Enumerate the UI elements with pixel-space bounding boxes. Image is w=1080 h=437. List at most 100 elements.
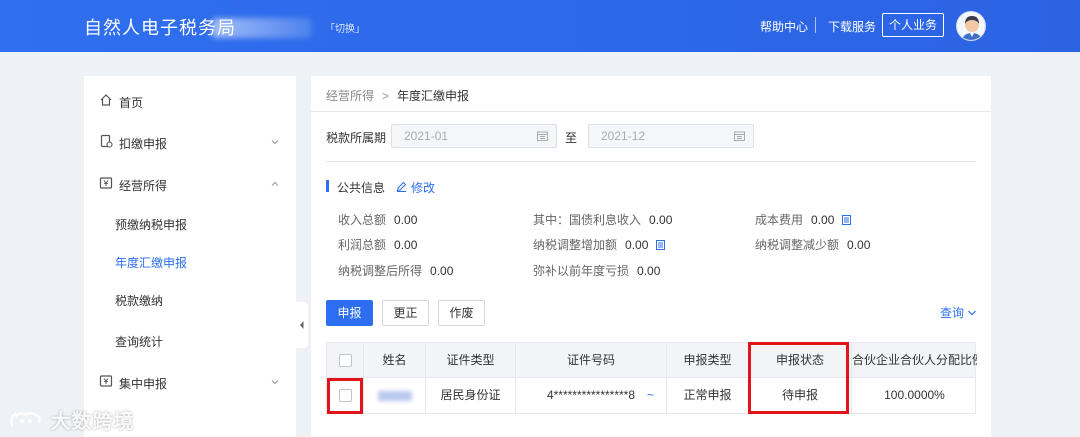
ratio-cell: 100.0000% bbox=[884, 388, 945, 402]
id-number-toggle[interactable]: ~ bbox=[647, 378, 654, 412]
info-value: 0.00 bbox=[430, 264, 454, 278]
chevron-down-icon bbox=[968, 310, 977, 316]
sidebar-subitem-label: 查询统计 bbox=[115, 335, 164, 349]
personal-business-button[interactable]: 个人业务 bbox=[882, 13, 944, 37]
pencil-icon bbox=[396, 181, 407, 192]
correct-button[interactable]: 更正 bbox=[382, 300, 429, 326]
chevron-up-icon bbox=[271, 181, 279, 186]
void-button[interactable]: 作废 bbox=[438, 300, 485, 326]
sidebar-item-prepaid-declaration[interactable]: 预缴纳税申报 bbox=[84, 209, 296, 237]
header-divider bbox=[815, 17, 816, 33]
blurred-name bbox=[377, 390, 412, 401]
sidebar-item-label: 集中申报 bbox=[119, 377, 168, 391]
calendar-icon bbox=[537, 131, 548, 141]
breadcrumb-parent[interactable]: 经营所得 bbox=[326, 89, 374, 103]
column-header-ratio: 合伙企业合伙人分配比例 bbox=[852, 353, 977, 367]
info-adjusted-income: 纳税调整后所得 0.00 bbox=[338, 262, 453, 279]
info-total-income: 收入总额 0.00 bbox=[338, 211, 417, 228]
yen-icon bbox=[99, 375, 113, 387]
info-label: 成本费用 bbox=[755, 213, 804, 227]
top-header: 自然人电子税务局 「切换」 帮助中心 下载服务 个人业务 bbox=[0, 0, 1080, 52]
id-number-cell: 4****************8 ~ bbox=[516, 378, 667, 413]
column-header-id-number: 证件号码 bbox=[516, 343, 667, 377]
sidebar-item-query-statistics[interactable]: 查询统计 bbox=[84, 326, 296, 354]
yen-icon bbox=[99, 177, 113, 189]
blurred-username bbox=[212, 18, 312, 38]
id-number-value: 4****************8 bbox=[546, 388, 636, 402]
info-bond-interest: 其中：国债利息收入 0.00 bbox=[533, 211, 672, 228]
declare-type-cell: 正常申报 bbox=[667, 378, 749, 413]
help-center-link[interactable]: 帮助中心 bbox=[760, 18, 808, 35]
info-loss-offset: 弥补以前年度亏损 0.00 bbox=[533, 262, 660, 279]
caret-left-icon bbox=[300, 321, 304, 329]
edit-label: 修改 bbox=[411, 181, 436, 195]
info-total-profit: 利润总额 0.00 bbox=[338, 236, 417, 253]
main-panel: 经营所得 > 年度汇缴申报 税款所属期 2021-01 至 2021-12 公共信息… bbox=[311, 76, 991, 437]
info-label: 弥补以前年度亏损 bbox=[533, 264, 630, 278]
watermark: 大数跨境 bbox=[8, 405, 135, 434]
sidebar-item-business-income[interactable]: 经营所得 bbox=[84, 169, 296, 199]
sidebar-item-label: 首页 bbox=[119, 96, 144, 110]
info-adjust-decrease: 纳税调整减少额 0.00 bbox=[755, 236, 870, 253]
info-label: 收入总额 bbox=[338, 213, 387, 227]
sidebar-item-home[interactable]: 首页 bbox=[84, 86, 296, 116]
start-period-input[interactable]: 2021-01 bbox=[391, 124, 557, 148]
highlight-box-status bbox=[748, 342, 849, 414]
sidebar-item-tax-payment[interactable]: 税款缴纳 bbox=[84, 285, 296, 313]
sidebar-subitem-label: 预缴纳税申报 bbox=[115, 218, 188, 232]
info-value: 0.00 bbox=[847, 238, 871, 252]
end-period-input[interactable]: 2021-12 bbox=[588, 124, 754, 148]
id-type-cell: 居民身份证 bbox=[426, 378, 516, 413]
info-value: 0.00 bbox=[649, 213, 673, 227]
info-value: 0.00 bbox=[394, 238, 418, 252]
document-icon[interactable] bbox=[842, 215, 852, 225]
divider bbox=[311, 111, 991, 112]
switch-link[interactable]: 「切换」 bbox=[325, 20, 365, 35]
info-value: 0.00 bbox=[625, 238, 649, 252]
sidebar-collapse-button[interactable] bbox=[296, 302, 308, 348]
to-label: 至 bbox=[565, 131, 578, 145]
sidebar-item-centralized-declaration[interactable]: 集中申报 bbox=[84, 367, 296, 397]
download-service-link[interactable]: 下载服务 bbox=[828, 18, 876, 35]
avatar[interactable] bbox=[956, 11, 986, 41]
sidebar-item-annual-declaration[interactable]: 年度汇缴申报 bbox=[84, 247, 296, 275]
breadcrumb-separator: > bbox=[382, 89, 390, 103]
column-header-name: 姓名 bbox=[364, 343, 426, 377]
declaration-icon bbox=[100, 134, 113, 148]
info-value: 0.00 bbox=[811, 213, 835, 227]
column-header-declare-type: 申报类型 bbox=[667, 343, 749, 377]
info-value: 0.00 bbox=[637, 264, 661, 278]
info-label: 纳税调整后所得 bbox=[338, 264, 423, 278]
table-row[interactable]: 居民身份证 4****************8 ~ 正常申报 待申报 100.0… bbox=[326, 378, 976, 414]
query-toggle[interactable]: 查询 bbox=[940, 304, 977, 321]
calendar-icon bbox=[734, 131, 745, 141]
chevron-down-icon bbox=[271, 140, 279, 145]
start-period-value: 2021-01 bbox=[404, 129, 449, 143]
chevron-down-icon bbox=[271, 380, 279, 385]
breadcrumb: 经营所得 > 年度汇缴申报 bbox=[326, 87, 469, 104]
tax-period-label: 税款所属期 bbox=[326, 131, 387, 145]
table-header: 姓名 证件类型 证件号码 申报类型 申报状态 合伙企业合伙人分配比例 bbox=[326, 342, 977, 378]
column-header-id-type: 证件类型 bbox=[426, 343, 516, 377]
end-period-value: 2021-12 bbox=[601, 129, 646, 143]
select-all-checkbox[interactable] bbox=[339, 354, 352, 367]
watermark-text: 大数跨境 bbox=[50, 411, 135, 433]
divider bbox=[326, 161, 976, 162]
edit-link[interactable]: 修改 bbox=[396, 179, 435, 196]
highlight-box-checkbox bbox=[327, 378, 363, 414]
sidebar-item-label: 扣缴申报 bbox=[119, 137, 168, 151]
select-all-cell bbox=[327, 343, 364, 377]
sidebar-item-withholding[interactable]: 扣缴申报 bbox=[84, 127, 296, 157]
declare-button[interactable]: 申报 bbox=[326, 300, 373, 326]
info-adjust-increase: 纳税调整增加额 0.00 bbox=[533, 236, 666, 253]
info-label: 利润总额 bbox=[338, 238, 387, 252]
name-cell bbox=[364, 378, 426, 413]
section-marker bbox=[326, 180, 329, 192]
sidebar-item-label: 经营所得 bbox=[119, 179, 168, 193]
query-label: 查询 bbox=[940, 306, 965, 320]
info-label: 其中：国债利息收入 bbox=[533, 213, 642, 227]
document-icon[interactable] bbox=[656, 240, 666, 250]
sidebar-subitem-label: 税款缴纳 bbox=[115, 294, 164, 308]
sidebar-subitem-label: 年度汇缴申报 bbox=[115, 256, 188, 270]
info-label: 纳税调整增加额 bbox=[533, 238, 618, 252]
